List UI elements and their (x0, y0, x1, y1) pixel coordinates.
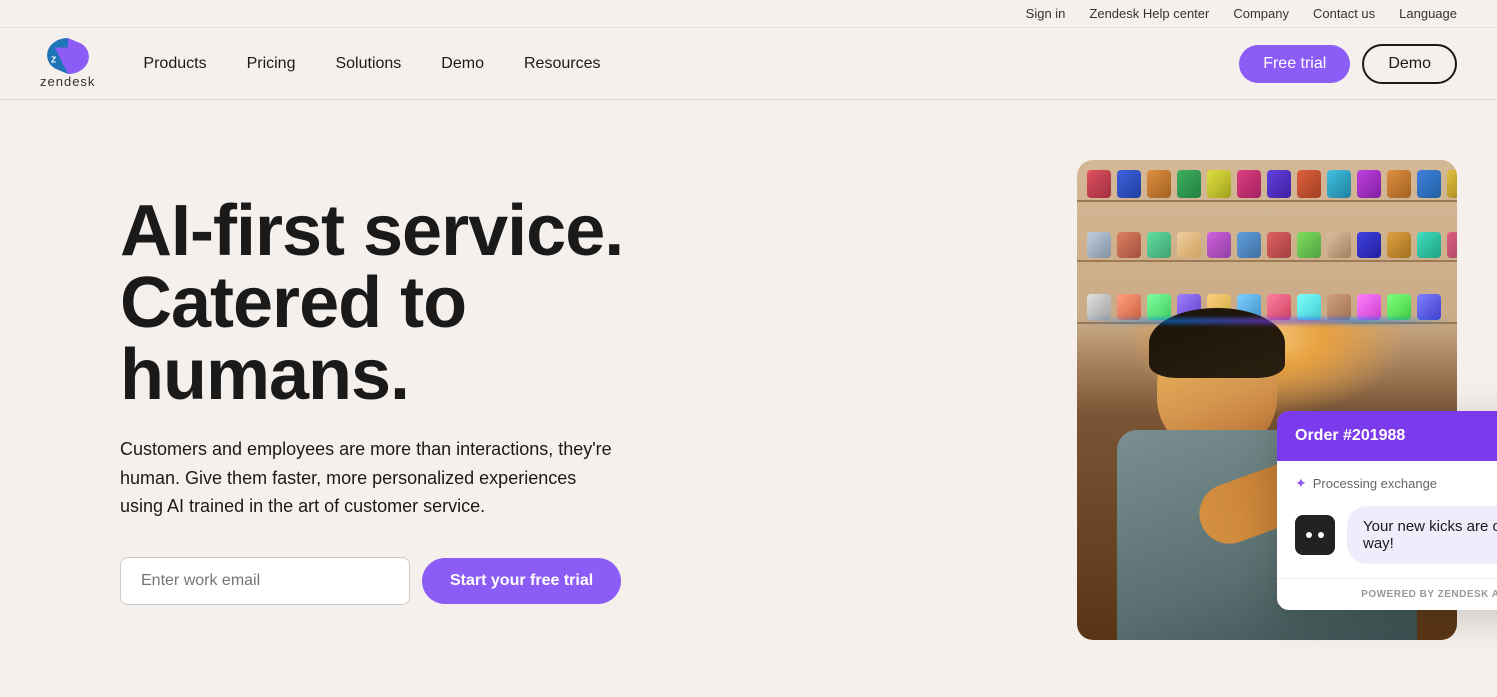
powered-by: POWERED BY ZENDESK AI (1277, 578, 1497, 610)
headline-line3: humans. (120, 335, 409, 415)
nav-pricing[interactable]: Pricing (247, 55, 296, 73)
email-input[interactable] (120, 557, 410, 605)
chat-widget: Order #201988 AI ✦ ✦ Processing exchange… (1277, 411, 1497, 610)
help-center-link[interactable]: Zendesk Help center (1089, 6, 1209, 21)
bot-eye-left (1306, 532, 1312, 538)
processing-icon: ✦ (1295, 475, 1307, 492)
nav-products[interactable]: Products (143, 55, 206, 73)
hero-content: AI-first service. Catered to humans. Cus… (120, 195, 623, 605)
hero-form: Start your free trial (120, 557, 623, 605)
bot-avatar (1295, 515, 1335, 555)
message-row: Your new kicks are on the way! (1295, 506, 1497, 564)
hero-image-area: Order #201988 AI ✦ ✦ Processing exchange… (1077, 160, 1457, 640)
nav-links: Products Pricing Solutions Demo Resource… (143, 55, 600, 73)
message-bubble: Your new kicks are on the way! (1347, 506, 1497, 564)
zendesk-logo[interactable]: Z zendesk (40, 38, 95, 89)
bot-eyes (1306, 532, 1324, 538)
start-trial-button[interactable]: Start your free trial (422, 558, 621, 604)
company-link[interactable]: Company (1233, 6, 1289, 21)
processing-text: Processing exchange (1313, 476, 1437, 491)
free-trial-button[interactable]: Free trial (1239, 45, 1350, 83)
main-navigation: Z zendesk Products Pricing Solutions Dem… (0, 28, 1497, 100)
headline-line2: Catered to (120, 263, 466, 343)
demo-button[interactable]: Demo (1362, 44, 1457, 84)
zendesk-wordmark: zendesk (40, 74, 95, 89)
contact-us-link[interactable]: Contact us (1313, 6, 1375, 21)
nav-solutions[interactable]: Solutions (335, 55, 401, 73)
nav-left: Z zendesk Products Pricing Solutions Dem… (40, 38, 600, 89)
sign-in-link[interactable]: Sign in (1026, 6, 1066, 21)
hero-section: AI-first service. Catered to humans. Cus… (0, 100, 1497, 680)
svg-text:Z: Z (51, 55, 56, 65)
nav-resources[interactable]: Resources (524, 55, 600, 73)
chat-header: Order #201988 AI ✦ (1277, 411, 1497, 461)
chat-body: ✦ Processing exchange Your new kicks are… (1277, 461, 1497, 578)
nav-demo[interactable]: Demo (441, 55, 484, 73)
bot-eye-right (1318, 532, 1324, 538)
utility-bar: Sign in Zendesk Help center Company Cont… (0, 0, 1497, 28)
language-link[interactable]: Language (1399, 6, 1457, 21)
order-number: Order #201988 (1295, 427, 1405, 445)
nav-right: Free trial Demo (1239, 44, 1457, 84)
hero-headline: AI-first service. Catered to humans. (120, 195, 623, 411)
hero-subtext: Customers and employees are more than in… (120, 435, 620, 521)
headline-line1: AI-first service. (120, 191, 623, 271)
processing-row: ✦ Processing exchange (1295, 475, 1497, 492)
